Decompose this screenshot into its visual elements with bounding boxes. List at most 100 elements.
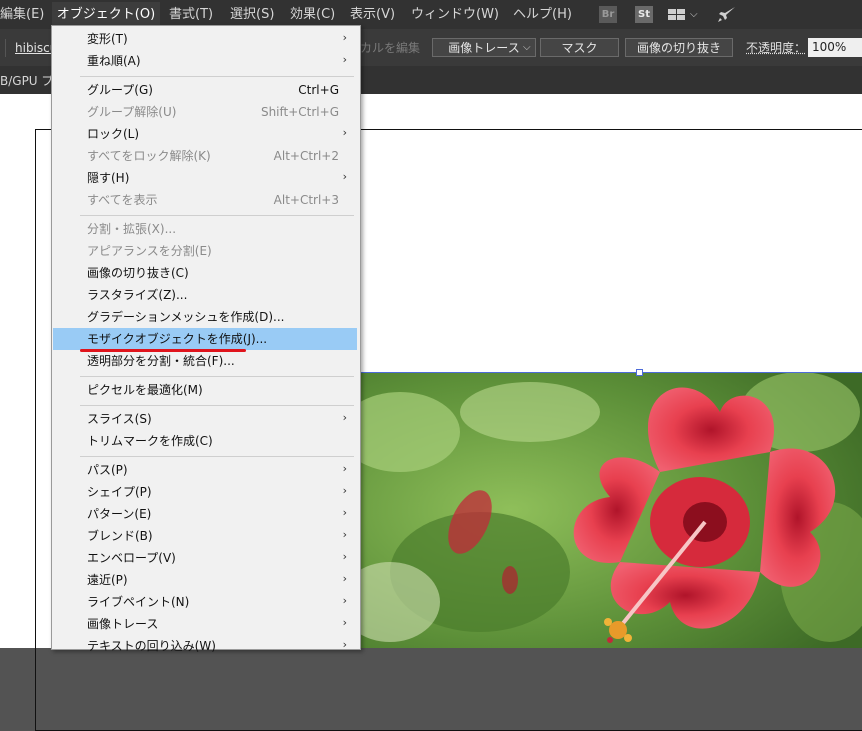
mask-button[interactable]: マスク [540,38,619,57]
menu-item-expand-appearance[interactable]: アピアランスを分割(E) [53,240,357,262]
menu-item-lock[interactable]: ロック(L) › [53,123,357,145]
menu-item-create-object-mosaic[interactable]: モザイクオブジェクトを作成(J)... [53,328,357,350]
menu-item-label: 画像トレース [87,617,159,631]
opacity-field[interactable]: 100% [808,38,862,57]
chevron-right-icon: › [342,53,347,66]
menu-item-label: ピクセルを最適化(M) [87,383,203,397]
menu-type[interactable]: 書式(T) [169,6,213,24]
menu-item-label: グループ(G) [87,83,153,97]
chevron-right-icon: › [342,528,347,541]
menu-item-image-trace[interactable]: 画像トレース › [53,613,357,635]
menu-item-path[interactable]: パス(P) › [53,459,357,481]
stock-icon[interactable]: St [635,6,653,23]
menu-item-label: 変形(T) [87,32,128,46]
menu-item-gradient-mesh[interactable]: グラデーションメッシュを作成(D)... [53,306,357,328]
menu-item-trim-marks[interactable]: トリムマークを作成(C) [53,430,357,452]
menu-item-label: 重ね順(A) [87,54,141,68]
menu-item-transform[interactable]: 変形(T) › [53,28,357,50]
rocket-icon[interactable] [717,6,737,23]
edit-original-link[interactable]: カルを編集 [360,38,420,58]
menu-item-slice[interactable]: スライス(S) › [53,408,357,430]
menu-object[interactable]: オブジェクト(O) [52,2,160,27]
menu-item-label: ライブペイント(N) [87,595,190,609]
control-separator [5,39,6,57]
menu-item-hide[interactable]: 隠す(H) › [53,167,357,189]
menu-item-label: すべてを表示 [87,193,158,207]
menu-item-label: テキストの回り込み(W) [87,639,216,653]
menu-effect[interactable]: 効果(C) [290,6,335,24]
menu-help[interactable]: ヘルプ(H) [513,6,572,24]
menu-item-group[interactable]: グループ(G) Ctrl+G [53,79,357,101]
document-tab[interactable]: B/GPU プ [0,72,53,89]
menu-item-label: モザイクオブジェクトを作成(J)... [87,332,268,346]
menu-item-shape[interactable]: シェイプ(P) › [53,481,357,503]
menu-item-pattern[interactable]: パターン(E) › [53,503,357,525]
crop-image-button[interactable]: 画像の切り抜き [625,38,733,57]
annotation-underline-item [80,349,246,352]
workspace-icon[interactable] [668,6,686,23]
menu-item-shortcut: Shift+Ctrl+G [260,105,339,119]
chevron-down-icon[interactable]: ⌵ [690,6,702,23]
menu-item-label: ラスタライズ(Z)... [87,288,188,302]
chevron-right-icon: › [342,638,347,651]
menu-item-label: トリムマークを作成(C) [87,434,213,448]
menu-item-pixel-perfect[interactable]: ピクセルを最適化(M) [53,379,357,401]
menu-item-crop-image[interactable]: 画像の切り抜き(C) [53,262,357,284]
menu-item-perspective[interactable]: 遠近(P) › [53,569,357,591]
chevron-right-icon: › [342,550,347,563]
menu-item-text-wrap[interactable]: テキストの回り込み(W) › [53,635,357,657]
menu-item-live-paint[interactable]: ライブペイント(N) › [53,591,357,613]
menu-separator [80,456,354,457]
menu-view[interactable]: 表示(V) [350,6,395,24]
menu-item-expand[interactable]: 分割・拡張(X)... [53,218,357,240]
menu-item-shortcut: Alt+Ctrl+2 [273,149,339,163]
chevron-right-icon: › [342,126,347,139]
menu-edit[interactable]: 編集(E) [0,6,44,24]
menu-item-label: ブレンド(B) [87,529,153,543]
menu-item-label: パス(P) [87,463,128,477]
bridge-icon[interactable]: Br [599,6,617,23]
menu-separator [80,376,354,377]
selection-bounding-line [360,372,862,373]
menu-item-shortcut: Alt+Ctrl+3 [273,193,339,207]
chevron-down-icon[interactable]: ⌵ [523,38,531,58]
menu-item-unlock-all[interactable]: すべてをロック解除(K) Alt+Ctrl+2 [53,145,357,167]
menu-item-arrange[interactable]: 重ね順(A) › [53,50,357,72]
menu-item-label: エンベロープ(V) [87,551,176,565]
menu-item-label: アピアランスを分割(E) [87,244,212,258]
menu-window[interactable]: ウィンドウ(W) [411,6,499,24]
menu-item-flatten-transparency[interactable]: 透明部分を分割・統合(F)... [53,350,357,372]
menu-item-label: 分割・拡張(X)... [87,222,177,236]
menu-item-label: グループ解除(U) [87,105,177,119]
menu-item-blend[interactable]: ブレンド(B) › [53,525,357,547]
menu-item-shortcut: Ctrl+G [298,83,339,97]
menu-item-label: 遠近(P) [87,573,128,587]
menu-item-rasterize[interactable]: ラスタライズ(Z)... [53,284,357,306]
chevron-right-icon: › [342,411,347,424]
menu-item-label: ロック(L) [87,127,140,141]
menu-item-label: スライス(S) [87,412,152,426]
menu-separator [80,215,354,216]
menu-item-label: 透明部分を分割・統合(F)... [87,354,235,368]
menu-item-envelope[interactable]: エンベロープ(V) › [53,547,357,569]
menu-item-label: グラデーションメッシュを作成(D)... [87,310,285,324]
chevron-right-icon: › [342,31,347,44]
menu-separator [80,405,354,406]
selection-handle[interactable] [636,369,643,376]
chevron-right-icon: › [342,572,347,585]
menu-select[interactable]: 選択(S) [230,6,274,24]
menu-item-label: シェイプ(P) [87,485,152,499]
chevron-right-icon: › [342,616,347,629]
chevron-right-icon: › [342,594,347,607]
menu-item-show-all[interactable]: すべてを表示 Alt+Ctrl+3 [53,189,357,211]
menu-item-label: 画像の切り抜き(C) [87,266,189,280]
hibiscus-photo[interactable] [360,372,862,648]
object-menu-dropdown: 変形(T) › 重ね順(A) › グループ(G) Ctrl+G グループ解除(U) Sh… [51,25,361,653]
menu-separator [80,76,354,77]
menu-item-label: すべてをロック解除(K) [87,149,211,163]
chevron-right-icon: › [342,462,347,475]
menu-item-ungroup[interactable]: グループ解除(U) Shift+Ctrl+G [53,101,357,123]
chevron-right-icon: › [342,506,347,519]
image-trace-button[interactable]: 画像トレース [432,38,536,57]
chevron-right-icon: › [342,484,347,497]
